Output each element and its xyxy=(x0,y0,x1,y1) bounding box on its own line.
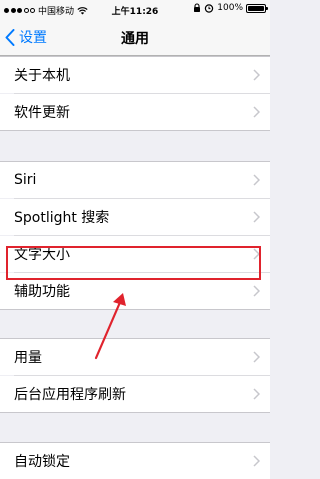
navigation-bar: 设置 通用 xyxy=(0,18,270,56)
row-label: Siri xyxy=(14,172,37,188)
row-label: 用量 xyxy=(14,350,42,366)
row-label: Spotlight 搜索 xyxy=(14,210,110,226)
annotation-arrow xyxy=(94,293,126,360)
row-siri[interactable]: Siri xyxy=(0,162,270,198)
group-border xyxy=(0,412,270,413)
battery-percent: 100% xyxy=(217,3,243,13)
battery-icon xyxy=(246,3,268,13)
highlight-box xyxy=(6,246,261,280)
row-label: 软件更新 xyxy=(14,105,70,121)
row-auto-lock[interactable]: 自动锁定 xyxy=(0,443,270,479)
chevron-right-icon xyxy=(253,285,260,297)
row-spotlight[interactable]: Spotlight 搜索 xyxy=(0,199,270,235)
row-label: 自动锁定 xyxy=(14,454,70,470)
row-usage[interactable]: 用量 xyxy=(0,339,270,375)
chevron-right-icon xyxy=(253,388,260,400)
row-label: 后台应用程序刷新 xyxy=(14,387,126,403)
status-right: 100% xyxy=(193,3,268,13)
chevron-right-icon xyxy=(253,174,260,186)
row-software-update[interactable]: 软件更新 xyxy=(0,94,270,130)
chevron-right-icon xyxy=(253,211,260,223)
chevron-right-icon xyxy=(253,351,260,363)
group-border xyxy=(0,309,270,310)
chevron-right-icon xyxy=(253,69,260,81)
chevron-right-icon xyxy=(253,106,260,118)
status-bar: 中国移动 上午11:26 100% xyxy=(0,0,270,18)
page-title: 通用 xyxy=(121,31,149,47)
row-label: 关于本机 xyxy=(14,68,70,84)
row-label: 辅助功能 xyxy=(14,284,70,300)
row-background-refresh[interactable]: 后台应用程序刷新 xyxy=(0,376,270,412)
lock-icon xyxy=(194,3,201,12)
row-about[interactable]: 关于本机 xyxy=(0,57,270,93)
group-border xyxy=(0,130,270,131)
alarm-icon xyxy=(205,4,214,13)
chevron-right-icon xyxy=(253,455,260,467)
